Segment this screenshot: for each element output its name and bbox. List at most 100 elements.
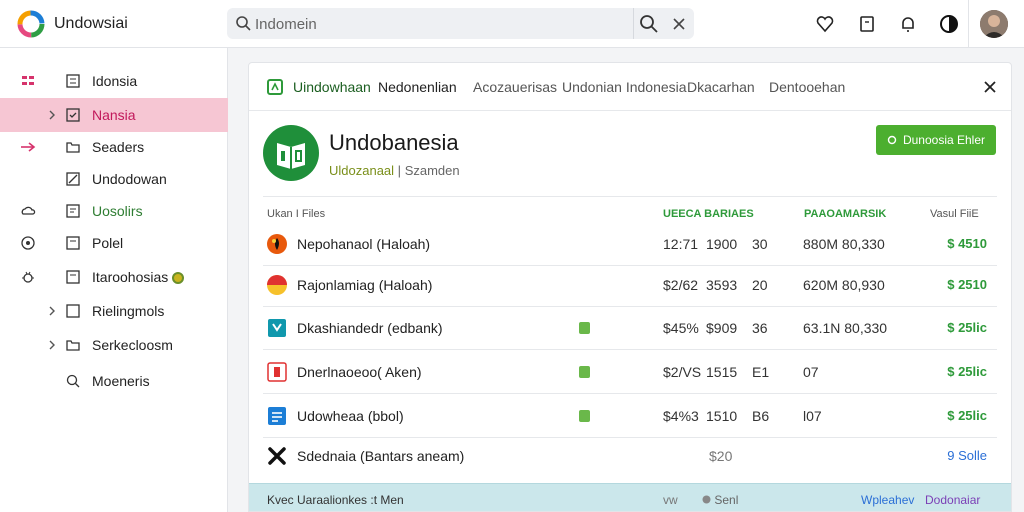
sidebar-item-polel[interactable]: Polel: [0, 226, 228, 260]
search-icon: [236, 16, 251, 31]
row-total: $ 25lic: [947, 320, 987, 335]
row-code: 30: [752, 236, 768, 252]
sidebar-item-label: Serkecloosm: [92, 337, 173, 353]
table-row[interactable]: Rajonlamiag (Haloah) $2/62 3593 20 620M …: [263, 263, 997, 307]
tab-dkacarhan[interactable]: Dkacarhan: [687, 79, 755, 95]
chevron-right-icon: [49, 340, 55, 350]
file-tag-icon: [579, 322, 590, 334]
folder-icon: [66, 142, 80, 153]
sidebar-item-label: Seaders: [92, 139, 145, 155]
sidebar-item-label: Idonsia: [92, 73, 138, 89]
x-mark-icon: [268, 447, 286, 465]
search-icon: [66, 374, 80, 388]
tab-nedonenlian[interactable]: Nedonenlian: [378, 79, 457, 95]
sidebar-item-moeneris[interactable]: Moeneris: [0, 364, 228, 398]
folder-icon: [66, 340, 80, 351]
top-bar: Undowsiai: [0, 0, 1024, 48]
table-row[interactable]: Nepohanaol (Haloah) 12:71 1900 30 880M 8…: [263, 222, 997, 266]
row-qty: 1510: [706, 408, 738, 424]
box-icon: [66, 304, 80, 318]
sidebar-item-label: Nansia: [92, 107, 136, 123]
sidebar-item-uosolirs[interactable]: Uosolirs: [0, 194, 228, 228]
chevron-right-icon: [49, 306, 55, 316]
row-code: E1: [752, 364, 770, 380]
check-box-icon: [66, 108, 80, 122]
sidebar-item-seaders[interactable]: Seaders: [0, 130, 228, 164]
footer-link[interactable]: Wpleahev: [861, 493, 914, 507]
bell-icon[interactable]: [898, 14, 918, 34]
row-price: $4%3: [663, 408, 699, 424]
list-icon: [66, 74, 80, 88]
row-code: B6: [752, 408, 770, 424]
flag-red-yellow-icon: [267, 275, 287, 295]
page-subtitle: Uldozanaal | Szamden: [329, 163, 460, 178]
search-submit-icon[interactable]: [639, 14, 659, 34]
row-summary-link[interactable]: 9 Solle: [947, 448, 987, 463]
grid-icon: [22, 76, 34, 85]
edit-icon: [66, 172, 80, 186]
avatar[interactable]: [980, 10, 1008, 38]
app-title: Undowsiai: [54, 15, 128, 32]
row-name: Dkashiandedr (edbank): [297, 320, 443, 336]
row-price: $45%: [663, 320, 699, 336]
close-icon[interactable]: [982, 79, 998, 95]
tab-undonian-indonesia[interactable]: Undonian Indonesia: [562, 79, 687, 95]
sidebar-item-label: Rielingmols: [92, 303, 165, 319]
sidebar-item-idonsia[interactable]: Idonsia: [0, 64, 228, 98]
brand-logo: [263, 125, 319, 181]
sidebar-item-serkecloosm[interactable]: Serkecloosm: [0, 328, 228, 362]
sidebar-item-rielingmols[interactable]: Rielingmols: [0, 294, 228, 328]
table-row[interactable]: Dnerlnaoeoo( Aken) $2/VS 1515 E1 07 $ 25…: [263, 350, 997, 394]
primary-action-button[interactable]: Dunoosia Ehler: [876, 125, 996, 155]
tab-dentooehan[interactable]: Dentooehan: [769, 79, 845, 95]
sidebar-item-nansia[interactable]: Nansia: [0, 98, 228, 132]
row-total: $ 2510: [947, 277, 987, 292]
circle-icon: [887, 135, 897, 145]
row-qty: 3593: [706, 277, 738, 293]
table-row[interactable]: Udowheaa (bbol) $4%3 1510 B6 l07 $ 25lic: [263, 394, 997, 438]
contrast-icon[interactable]: [939, 14, 959, 34]
row-code: 36: [752, 320, 768, 336]
file-tag-icon: [579, 366, 590, 378]
column-header-price[interactable]: UEECA BARIAES: [663, 208, 754, 220]
search-input[interactable]: [255, 14, 635, 34]
doc-icon: [66, 236, 80, 250]
sidebar-item-undodowan[interactable]: Undodowan: [0, 162, 228, 196]
sidebar-item-itaroohosias[interactable]: Itaroohosias: [0, 260, 228, 294]
clear-search-icon[interactable]: [669, 14, 689, 34]
doc-icon: [66, 270, 80, 284]
heart-icon[interactable]: [815, 14, 835, 34]
tab-logo-icon: [267, 79, 283, 95]
status-badge: [172, 272, 185, 285]
app-logo-icon[interactable]: [16, 10, 46, 38]
column-header-name[interactable]: Ukan I Files: [267, 208, 325, 220]
search-bar: [227, 8, 694, 39]
column-header-value[interactable]: Vasul FiiE: [930, 208, 979, 220]
document-icon[interactable]: [857, 14, 877, 34]
footer-link[interactable]: Dodonaiar: [925, 493, 980, 507]
target-icon: [21, 236, 35, 250]
footer-send[interactable]: Senl: [702, 493, 738, 507]
footer-status-text: Kvec Uaraalionkes :t Men: [267, 493, 404, 507]
tab-uindowhaan[interactable]: Uindowhaan: [293, 79, 371, 95]
sidebar-item-label: Polel: [92, 235, 124, 251]
sidebar-item-label: Moeneris: [92, 373, 150, 389]
column-header-market[interactable]: PAAOAMARSIK: [804, 208, 886, 220]
table-summary-row[interactable]: Sdednaia (Bantars aneam) $20 9 Solle: [263, 434, 997, 478]
footer-text: vw: [663, 493, 678, 507]
sidebar-item-label: Undodowan: [92, 171, 167, 187]
row-name: Dnerlnaoeoo( Aken): [297, 364, 422, 380]
sidebar-item-label: Itaroohosias: [92, 269, 185, 285]
user-avatar-icon: [980, 10, 1008, 38]
row-market: l07: [803, 408, 822, 424]
dot-icon: [702, 495, 711, 504]
arrow-icon: [21, 142, 36, 152]
row-market: 620M 80,930: [803, 277, 885, 293]
table-row[interactable]: Dkashiandedr (edbank) $45% $909 36 63.1N…: [263, 306, 997, 350]
blue-doc-icon: [268, 407, 286, 425]
row-subtotal: $20: [709, 448, 733, 464]
tab-acozauerisas[interactable]: Acozauerisas: [473, 79, 557, 95]
sidebar-item-label: Uosolirs: [92, 203, 143, 219]
primary-action-label: Dunoosia Ehler: [902, 133, 986, 147]
doc-icon: [66, 204, 80, 218]
